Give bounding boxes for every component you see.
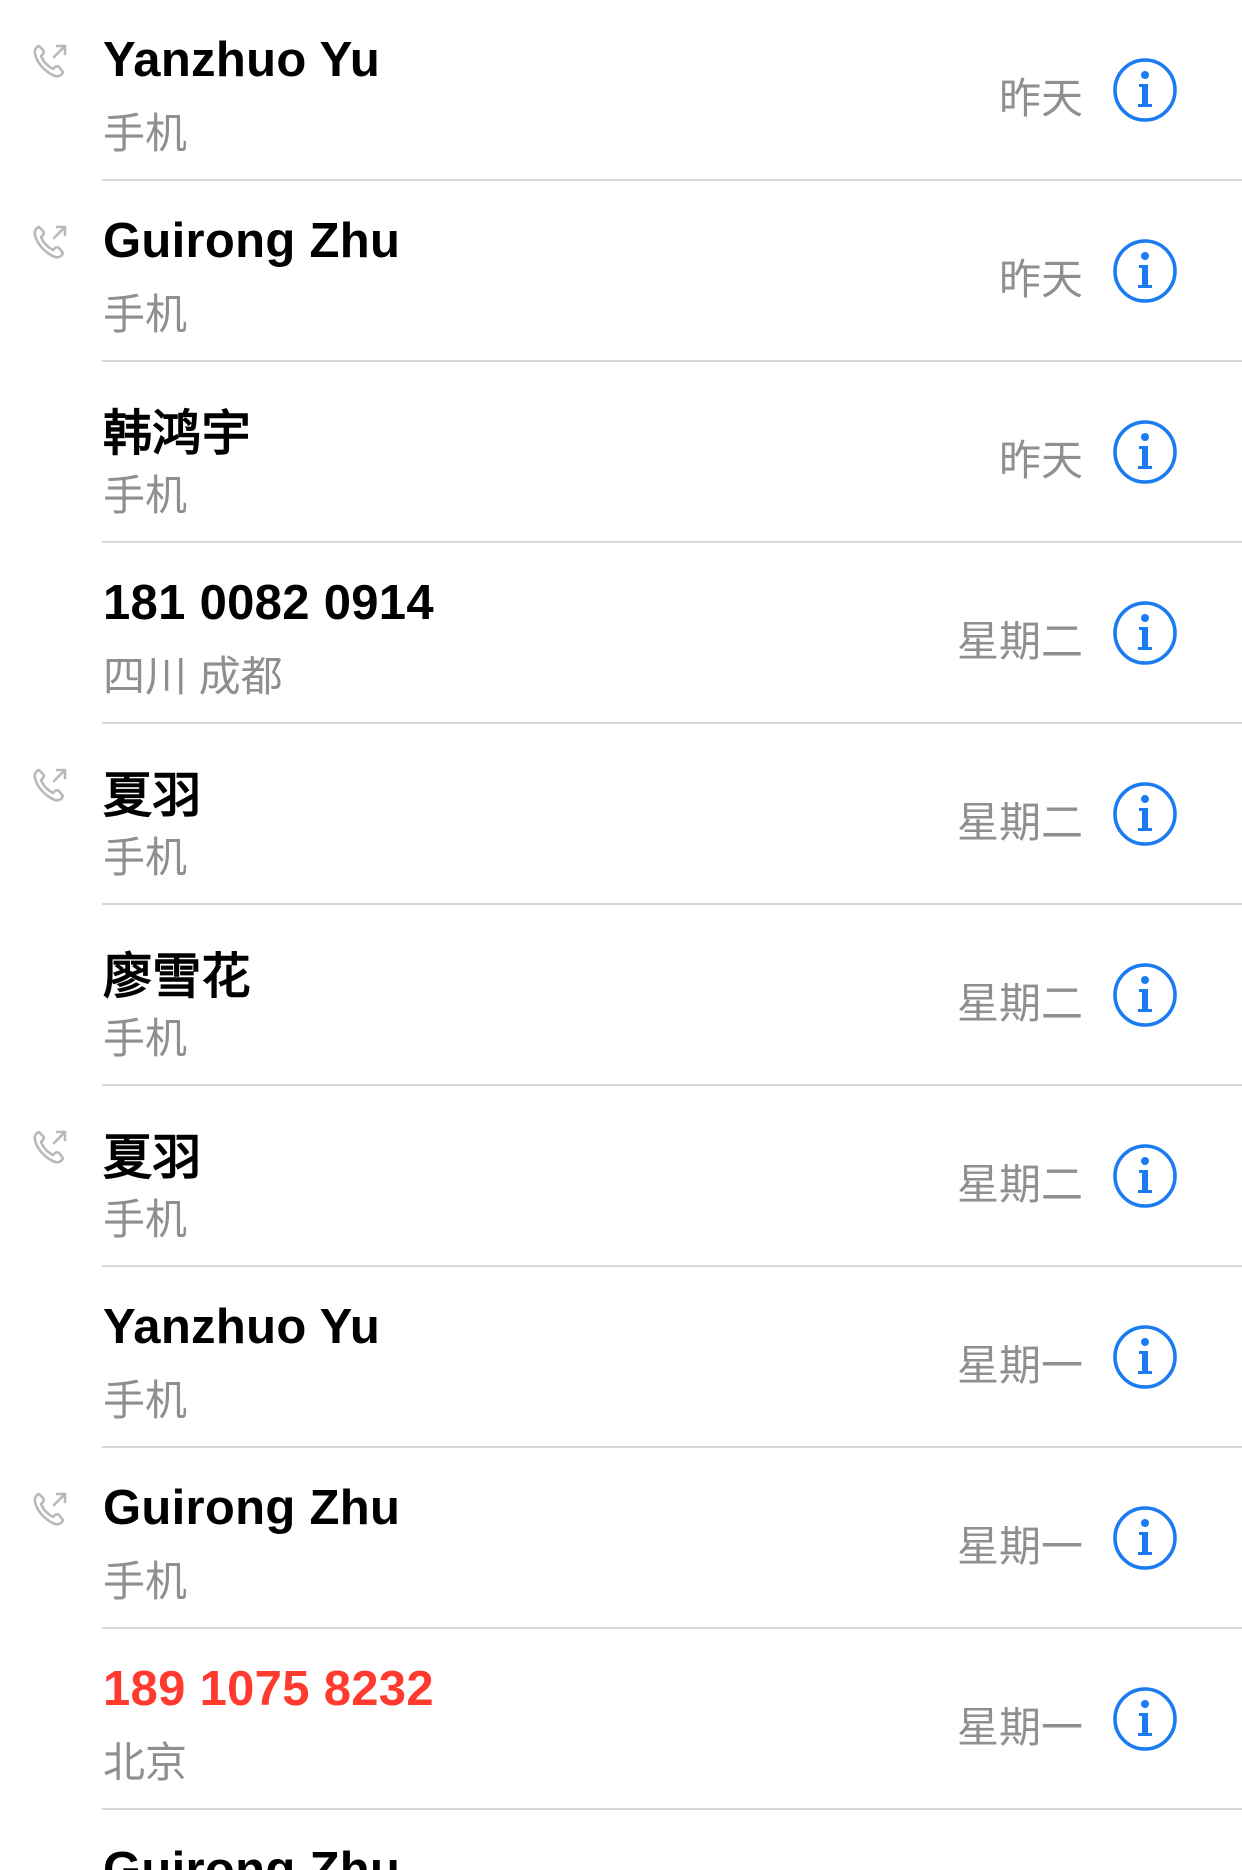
call-time: 星期二 (956, 799, 1083, 846)
call-row-partial[interactable]: Guirong Zhu (0, 1810, 1242, 1870)
contact-name: Guirong Zhu (103, 1481, 401, 1535)
outgoing-call-icon (30, 1128, 70, 1168)
info-circle-icon (1113, 601, 1177, 665)
info-button[interactable] (1112, 1324, 1178, 1390)
call-row[interactable]: Guirong Zhu 手机 星期一 (0, 1448, 1242, 1629)
info-circle-icon (1113, 58, 1177, 122)
info-button[interactable] (1112, 1143, 1178, 1209)
call-time: 昨天 (998, 437, 1083, 484)
call-row[interactable]: 181 0082 0914 四川 成都 星期二 (0, 543, 1242, 724)
contact-name: 181 0082 0914 (103, 576, 434, 630)
missed-call-number: 189 1075 8232 (103, 1662, 434, 1716)
number-location: 四川 成都 (103, 653, 283, 700)
info-circle-icon (1113, 1506, 1177, 1570)
contact-name: 夏羽 (103, 1131, 202, 1185)
info-circle-icon (1113, 963, 1177, 1027)
outgoing-call-icon (30, 766, 70, 806)
number-label: 手机 (103, 1015, 188, 1062)
call-time: 星期二 (956, 1161, 1083, 1208)
recents-call-list: Yanzhuo Yu 手机 昨天 Guirong Zhu 手机 昨天 韩鸿宇 手… (0, 0, 1242, 1870)
call-row[interactable]: 189 1075 8232 北京 星期一 (0, 1629, 1242, 1810)
contact-name: Yanzhuo Yu (103, 33, 381, 87)
info-button[interactable] (1112, 962, 1178, 1028)
number-label: 手机 (103, 1196, 188, 1243)
info-circle-icon (1113, 1687, 1177, 1751)
info-circle-icon (1113, 782, 1177, 846)
number-label: 手机 (103, 291, 188, 338)
number-label: 手机 (103, 834, 188, 881)
contact-name: Guirong Zhu (103, 214, 401, 268)
info-circle-icon (1113, 1325, 1177, 1389)
call-row[interactable]: 夏羽 手机 星期二 (0, 1086, 1242, 1267)
outgoing-call-icon (30, 42, 70, 82)
contact-name: 夏羽 (103, 769, 202, 823)
call-time: 星期二 (956, 980, 1083, 1027)
contact-name: Yanzhuo Yu (103, 1300, 381, 1354)
call-time: 星期一 (956, 1342, 1083, 1389)
info-button[interactable] (1112, 600, 1178, 666)
info-circle-icon (1113, 420, 1177, 484)
call-time: 星期一 (956, 1704, 1083, 1751)
outgoing-call-icon (30, 1490, 70, 1530)
call-row[interactable]: 韩鸿宇 手机 昨天 (0, 362, 1242, 543)
info-button[interactable] (1112, 781, 1178, 847)
contact-name: Guirong Zhu (103, 1843, 401, 1870)
call-time: 星期二 (956, 618, 1083, 665)
info-button[interactable] (1112, 57, 1178, 123)
call-time: 星期一 (956, 1523, 1083, 1570)
number-label: 手机 (103, 1558, 188, 1605)
info-button[interactable] (1112, 238, 1178, 304)
outgoing-call-icon (30, 223, 70, 263)
info-circle-icon (1113, 239, 1177, 303)
call-time: 昨天 (998, 256, 1083, 303)
info-circle-icon (1113, 1144, 1177, 1208)
number-label: 手机 (103, 110, 188, 157)
number-label: 手机 (103, 472, 188, 519)
info-button[interactable] (1112, 1505, 1178, 1571)
contact-name: 廖雪花 (103, 950, 251, 1004)
call-row[interactable]: Guirong Zhu 手机 昨天 (0, 181, 1242, 362)
info-button[interactable] (1112, 419, 1178, 485)
call-row[interactable]: Yanzhuo Yu 手机 星期一 (0, 1267, 1242, 1448)
contact-name: 韩鸿宇 (103, 407, 251, 461)
call-row[interactable]: Yanzhuo Yu 手机 昨天 (0, 0, 1242, 181)
number-location: 北京 (103, 1739, 188, 1786)
info-button[interactable] (1112, 1686, 1178, 1752)
number-label: 手机 (103, 1377, 188, 1424)
call-row[interactable]: 廖雪花 手机 星期二 (0, 905, 1242, 1086)
call-row[interactable]: 夏羽 手机 星期二 (0, 724, 1242, 905)
call-time: 昨天 (998, 75, 1083, 122)
